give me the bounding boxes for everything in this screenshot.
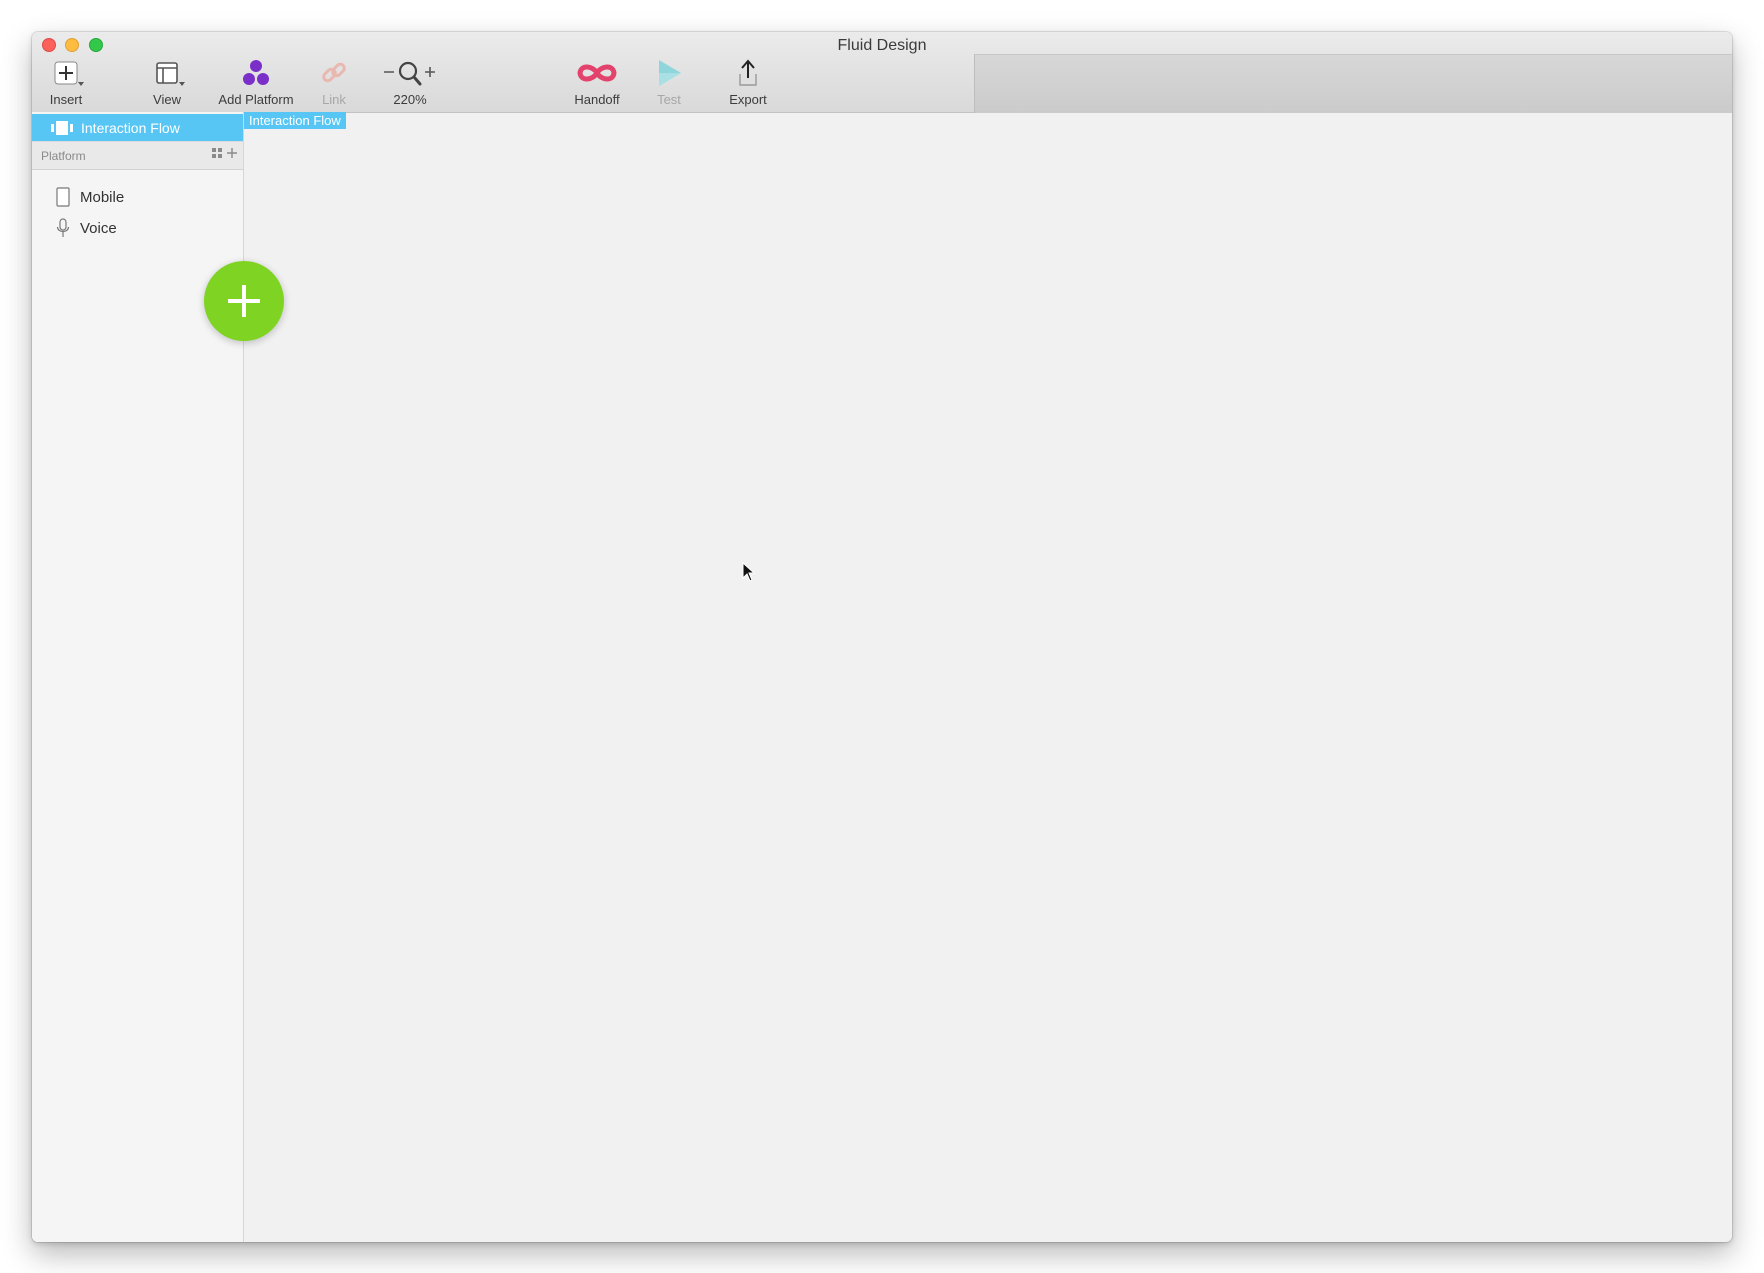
add-platform-icon[interactable] (227, 148, 237, 158)
platforms-icon (241, 56, 271, 90)
handoff-icon (575, 56, 619, 90)
section-title: Platform (41, 148, 86, 163)
inspector-header (974, 54, 1732, 113)
plus-icon (226, 283, 262, 319)
test-label: Test (657, 92, 681, 107)
canvas-flow-tag[interactable]: Interaction Flow (244, 112, 346, 129)
chevron-down-icon (179, 82, 185, 86)
phone-icon (56, 187, 70, 207)
app-window: Fluid Design Insert View Add Platform Li… (32, 32, 1732, 1242)
play-icon (655, 56, 683, 90)
toolbar: Fluid Design Insert View Add Platform Li… (32, 32, 1732, 113)
zoom-level: 220% (393, 92, 427, 107)
handoff-label: Handoff (574, 92, 620, 107)
mouse-cursor-icon (742, 561, 756, 587)
link-button[interactable]: Link (317, 56, 351, 110)
insert-label: Insert (49, 92, 83, 107)
handoff-button[interactable]: Handoff (569, 56, 625, 110)
view-label: View (153, 92, 181, 107)
sidebar-item-interaction-flow[interactable]: Interaction Flow (32, 114, 243, 141)
platform-section-header: Platform (32, 141, 243, 170)
sidebar-item-mobile[interactable]: Mobile (32, 183, 243, 211)
sidebar-item-label: Mobile (80, 188, 125, 206)
link-label: Link (322, 92, 346, 107)
add-platform-label: Add Platform (218, 92, 294, 107)
grid-icon[interactable] (212, 148, 222, 158)
layout-icon (155, 56, 185, 90)
add-button[interactable] (204, 261, 284, 341)
zoom-icon (382, 56, 438, 90)
insert-button[interactable]: Insert (46, 56, 86, 110)
add-platform-button[interactable]: Add Platform (213, 56, 299, 110)
export-label: Export (729, 92, 767, 107)
chevron-down-icon (78, 82, 84, 86)
view-button[interactable]: View (149, 56, 185, 110)
flow-icon (51, 120, 73, 135)
sidebar-item-voice[interactable]: Voice (32, 214, 243, 242)
zoom-control[interactable]: 220% (382, 56, 438, 110)
sidebar-item-label: Interaction Flow (81, 119, 180, 136)
link-icon (320, 56, 348, 90)
microphone-icon (56, 218, 70, 238)
export-icon (736, 56, 760, 90)
plus-icon (54, 56, 84, 90)
window-title: Fluid Design (837, 37, 927, 54)
sidebar-item-label: Voice (80, 219, 117, 237)
export-button[interactable]: Export (725, 56, 771, 110)
test-button[interactable]: Test (651, 56, 687, 110)
